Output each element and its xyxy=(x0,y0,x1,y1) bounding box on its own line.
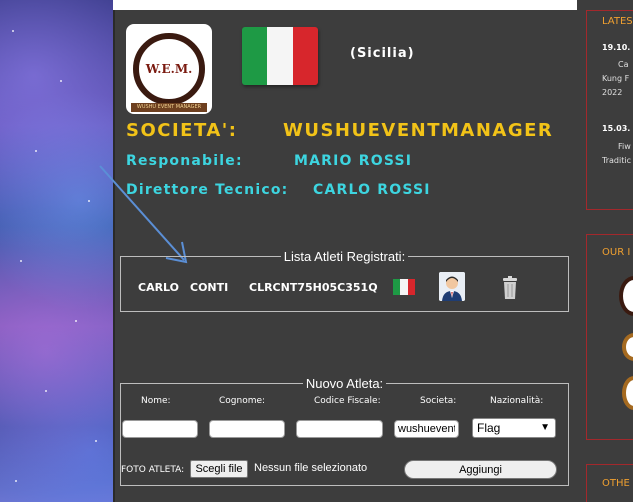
responsabile-value: MARIO ROSSI xyxy=(294,153,413,169)
logo-ring: W.E.M. xyxy=(133,33,205,105)
responsabile-label: Responabile: xyxy=(126,153,243,169)
chevron-down-icon: ▼ xyxy=(540,422,550,433)
news-date: 15.03. xyxy=(602,124,631,133)
news-line[interactable]: 2022 xyxy=(602,88,622,97)
direttore-value: CARLO ROSSI xyxy=(313,182,431,198)
news-line[interactable]: Fiw xyxy=(618,142,631,151)
latest-title: LATES xyxy=(602,16,633,27)
codice-fiscale-input[interactable] xyxy=(296,420,383,438)
nazionalita-selected: Flag xyxy=(477,421,501,435)
logo-subtext: WUSHU EVENT MANAGER xyxy=(131,103,207,112)
club-logo: W.E.M. xyxy=(126,24,212,114)
cognome-input[interactable] xyxy=(209,420,285,438)
news-date: 19.10. xyxy=(602,43,631,52)
logo-text: W.E.M. xyxy=(145,62,193,76)
cognome-label: Cognome: xyxy=(219,396,266,406)
direttore-label: Direttore Tecnico: xyxy=(126,182,289,198)
avatar-icon[interactable] xyxy=(439,272,465,301)
main-panel-edge xyxy=(113,10,115,502)
news-line[interactable]: Traditic xyxy=(602,156,631,165)
add-athlete-button[interactable]: Aggiungi xyxy=(404,460,557,479)
foto-atleta-label: FOTO ATLETA: xyxy=(121,465,185,475)
nome-input[interactable] xyxy=(122,420,198,438)
galaxy-background xyxy=(0,0,113,502)
italy-flag-icon xyxy=(242,27,318,85)
file-status: Nessun file selezionato xyxy=(254,462,368,474)
athletes-legend: Lista Atleti Registrati: xyxy=(283,249,406,264)
region-label: (Sicilia) xyxy=(350,46,415,61)
news-line[interactable]: Ca xyxy=(618,60,629,69)
nazionalita-select[interactable]: Flag ▼ xyxy=(472,418,556,438)
our-title: OUR I xyxy=(602,247,631,258)
new-athlete-legend: Nuovo Atleta: xyxy=(305,376,384,391)
trash-icon[interactable] xyxy=(500,276,520,300)
codice-fiscale-label: Codice Fiscale: xyxy=(314,396,381,406)
athlete-cognome: CONTI xyxy=(190,281,229,294)
italy-flag-icon xyxy=(393,279,415,295)
societa-label: SOCIETA': xyxy=(126,120,238,141)
news-line[interactable]: Kung F xyxy=(602,74,629,83)
choose-file-button[interactable]: Scegli file xyxy=(190,460,248,478)
other-title: OTHE xyxy=(602,478,630,489)
athlete-nome: CARLO xyxy=(138,281,180,294)
athlete-codice-fiscale: CLRCNT75H05C351Q xyxy=(249,281,378,294)
societa-label-form: Societa: xyxy=(420,396,457,406)
nazionalita-label: Nazionalità: xyxy=(490,396,544,406)
nome-label: Nome: xyxy=(141,396,171,406)
societa-input[interactable] xyxy=(394,420,459,438)
societa-value: WUSHUEVENTMANAGER xyxy=(283,120,554,141)
latest-news-box xyxy=(586,10,633,210)
